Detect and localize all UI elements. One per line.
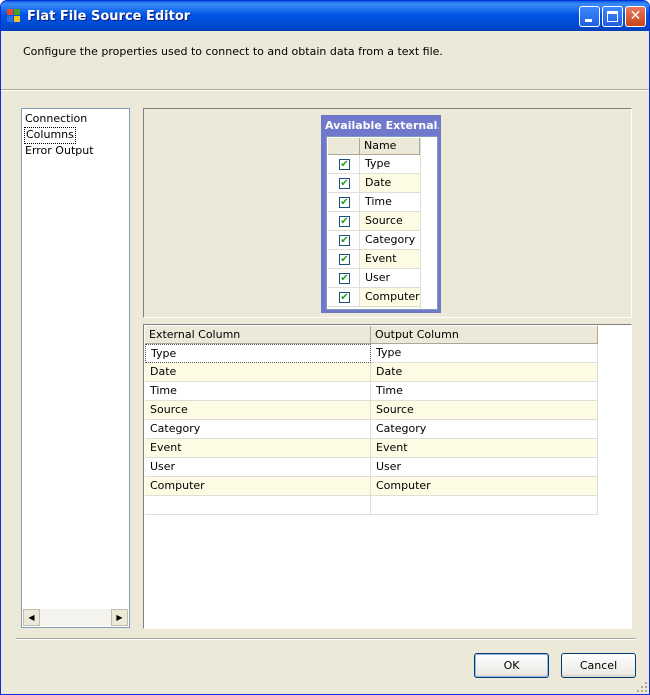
- page-description: Configure the properties used to connect…: [23, 45, 443, 58]
- available-column-row[interactable]: ✔ Date: [328, 174, 420, 193]
- column-checkbox[interactable]: ✔: [339, 197, 350, 208]
- output-column-cell[interactable]: Type: [371, 344, 598, 363]
- column-checkbox[interactable]: ✔: [339, 273, 350, 284]
- minimize-icon: [585, 19, 592, 22]
- available-column-row[interactable]: ✔ Type: [328, 155, 420, 174]
- external-column-cell[interactable]: Date: [145, 363, 371, 382]
- close-icon: ✕: [629, 8, 642, 24]
- available-column-name: Type: [360, 155, 420, 174]
- footer-separator: [16, 638, 636, 640]
- available-column-row[interactable]: ✔ Event: [328, 250, 420, 269]
- nav-list[interactable]: Connection Columns Error Output ◀ ▶: [21, 108, 130, 628]
- ok-button[interactable]: OK: [474, 653, 549, 678]
- scroll-right-button[interactable]: ▶: [111, 609, 128, 626]
- output-column-cell[interactable]: Source: [371, 401, 598, 420]
- output-column-cell[interactable]: Computer: [371, 477, 598, 496]
- nav-item-connection[interactable]: Connection: [24, 111, 88, 126]
- available-column-row[interactable]: ✔ Time: [328, 193, 420, 212]
- external-column-header[interactable]: External Column: [145, 326, 371, 344]
- output-column-cell[interactable]: Date: [371, 363, 598, 382]
- available-column-row[interactable]: ✔ Source: [328, 212, 420, 231]
- available-columns-scrollbar[interactable]: [420, 137, 437, 309]
- available-external-columns-box[interactable]: Available External... Name ✔ Type ✔ Date ✔ Ti…: [321, 115, 441, 313]
- column-checkbox[interactable]: ✔: [339, 254, 350, 265]
- checkbox-cell[interactable]: ✔: [328, 155, 360, 174]
- available-column-row[interactable]: ✔ Computer: [328, 288, 420, 307]
- external-column-cell[interactable]: Time: [145, 382, 371, 401]
- checkbox-column-header[interactable]: [328, 138, 360, 155]
- external-column-cell[interactable]: Event: [145, 439, 371, 458]
- checkbox-cell[interactable]: ✔: [328, 250, 360, 269]
- resize-grip-icon[interactable]: [637, 682, 647, 692]
- column-checkbox[interactable]: ✔: [339, 216, 350, 227]
- checkbox-cell[interactable]: ✔: [328, 288, 360, 307]
- close-button[interactable]: ✕: [625, 6, 646, 27]
- checkbox-cell[interactable]: ✔: [328, 193, 360, 212]
- available-column-name: Computer: [360, 288, 420, 307]
- external-column-cell[interactable]: Type: [145, 344, 371, 363]
- nav-item-error-output[interactable]: Error Output: [24, 143, 95, 158]
- checkbox-cell[interactable]: ✔: [328, 212, 360, 231]
- external-column-cell[interactable]: Computer: [145, 477, 371, 496]
- window-title: Flat File Source Editor: [27, 9, 191, 24]
- cancel-button[interactable]: Cancel: [561, 653, 636, 678]
- available-column-row[interactable]: ✔ Category: [328, 231, 420, 250]
- available-columns-grid[interactable]: Name ✔ Type ✔ Date ✔ Time ✔ Source ✔ Category ✔ Eve…: [326, 136, 438, 310]
- scroll-left-button[interactable]: ◀: [23, 609, 40, 626]
- available-column-name: Event: [360, 250, 420, 269]
- name-column-header[interactable]: Name: [360, 138, 420, 155]
- available-columns-title: Available External...: [325, 119, 439, 132]
- title-bar[interactable]: Flat File Source Editor ✕: [1, 1, 649, 31]
- available-column-name: Date: [360, 174, 420, 193]
- column-checkbox[interactable]: ✔: [339, 235, 350, 246]
- external-column-cell[interactable]: Source: [145, 401, 371, 420]
- available-column-name: Time: [360, 193, 420, 212]
- nav-item-columns[interactable]: Columns: [24, 127, 76, 144]
- maximize-icon: [607, 11, 618, 22]
- nav-horizontal-scrollbar[interactable]: ◀ ▶: [23, 609, 128, 626]
- output-column-cell[interactable]: Time: [371, 382, 598, 401]
- available-column-row[interactable]: ✔ User: [328, 269, 420, 288]
- minimize-button[interactable]: [579, 6, 600, 27]
- output-column-header[interactable]: Output Column: [371, 326, 598, 344]
- column-checkbox[interactable]: ✔: [339, 159, 350, 170]
- available-column-name: Source: [360, 212, 420, 231]
- output-column-cell[interactable]: Event: [371, 439, 598, 458]
- external-column-cell[interactable]: [145, 496, 371, 515]
- column-mapping-grid[interactable]: External Column Output Column Type Type Da…: [143, 324, 632, 629]
- available-column-name: Category: [360, 231, 420, 250]
- output-column-cell[interactable]: Category: [371, 420, 598, 439]
- available-column-name: User: [360, 269, 420, 288]
- header-separator: [1, 89, 649, 91]
- checkbox-cell[interactable]: ✔: [328, 231, 360, 250]
- app-icon: [7, 9, 21, 23]
- flat-file-source-editor-window: Flat File Source Editor ✕ Configure the …: [0, 0, 650, 695]
- column-checkbox[interactable]: ✔: [339, 178, 350, 189]
- checkbox-cell[interactable]: ✔: [328, 269, 360, 288]
- column-checkbox[interactable]: ✔: [339, 292, 350, 303]
- output-column-cell[interactable]: User: [371, 458, 598, 477]
- checkbox-cell[interactable]: ✔: [328, 174, 360, 193]
- maximize-button[interactable]: [602, 6, 623, 27]
- output-column-cell[interactable]: [371, 496, 598, 515]
- external-column-cell[interactable]: Category: [145, 420, 371, 439]
- external-column-cell[interactable]: User: [145, 458, 371, 477]
